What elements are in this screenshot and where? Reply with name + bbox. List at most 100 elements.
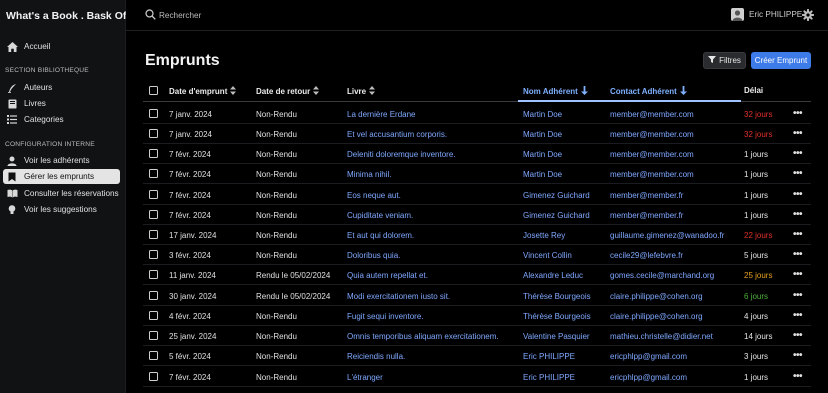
cell-contact-link[interactable]: claire.philippe@cohen.org <box>610 292 703 301</box>
cell-contact-link[interactable]: cecile29@lefebvre.fr <box>610 251 683 260</box>
cell-livre-link[interactable]: Et vel accusantium corporis. <box>347 130 447 139</box>
more-options-icon[interactable]: ••• <box>793 168 803 179</box>
more-options-icon[interactable]: ••• <box>793 249 803 260</box>
more-options-icon[interactable]: ••• <box>793 108 803 119</box>
more-options-icon[interactable]: ••• <box>793 128 803 139</box>
table-row[interactable]: 7 févr. 2024 Non-Rendu Minima nihil. Mar… <box>143 164 811 184</box>
cell-nom-adherent-link[interactable]: Martin Doe <box>523 110 562 119</box>
row-checkbox[interactable] <box>149 372 158 381</box>
search-input[interactable] <box>159 8 359 22</box>
filters-button[interactable]: Filtres <box>703 52 746 69</box>
cell-nom-adherent-link[interactable]: Gimenez Guichard <box>523 191 590 200</box>
more-options-icon[interactable]: ••• <box>793 269 803 280</box>
cell-livre-link[interactable]: Doloribus quia. <box>347 251 400 260</box>
cell-nom-adherent-link[interactable]: Martin Doe <box>523 150 562 159</box>
more-options-icon[interactable]: ••• <box>793 229 803 240</box>
cell-livre-link[interactable]: Omnis temporibus aliquam exercitationem. <box>347 332 499 341</box>
cell-contact-link[interactable]: member@member.com <box>610 130 694 139</box>
cell-nom-adherent-link[interactable]: Alexandre Leduc <box>523 271 583 280</box>
table-row[interactable]: 5 févr. 2024 Non-Rendu Reiciendis nulla.… <box>143 346 811 366</box>
cell-contact-link[interactable]: member@member.com <box>610 170 694 179</box>
select-all-checkbox[interactable] <box>149 86 158 95</box>
table-row[interactable]: 7 févr. 2024 Non-Rendu Cupiditate veniam… <box>143 205 811 225</box>
sidebar-item-home[interactable]: Accueil <box>3 39 120 54</box>
row-checkbox[interactable] <box>149 250 158 259</box>
more-options-icon[interactable]: ••• <box>793 148 803 159</box>
column-header-date-retour[interactable]: Date de retour <box>256 86 320 97</box>
create-loan-button[interactable]: Créer Emprunt <box>751 52 811 69</box>
table-row[interactable]: 7 févr. 2024 Non-Rendu Eos neque aut. Gi… <box>143 185 811 205</box>
cell-livre-link[interactable]: Modi exercitationem iusto sit. <box>347 292 450 301</box>
cell-contact-link[interactable]: guillaume.gimenez@wanadoo.fr <box>610 231 724 240</box>
gear-icon[interactable] <box>802 9 814 21</box>
cell-livre-link[interactable]: Minima nihil. <box>347 170 391 179</box>
row-checkbox[interactable] <box>149 169 158 178</box>
cell-livre-link[interactable]: La dernière Erdane <box>347 110 416 119</box>
more-options-icon[interactable]: ••• <box>793 371 803 382</box>
sidebar-item-members[interactable]: Voir les adhérents <box>3 153 120 168</box>
column-header-nom-adherent[interactable]: Nom Adhérent <box>523 86 588 97</box>
table-row[interactable]: 7 févr. 2024 Non-Rendu L'étranger Eric P… <box>143 367 811 387</box>
cell-livre-link[interactable]: Quia autem repellat et. <box>347 271 428 280</box>
cell-nom-adherent-link[interactable]: Thérèse Bourgeois <box>523 312 591 321</box>
row-checkbox[interactable] <box>149 210 158 219</box>
cell-nom-adherent-link[interactable]: Josette Rey <box>523 231 565 240</box>
cell-contact-link[interactable]: gomes.cecile@marchand.org <box>610 271 714 280</box>
column-header-contact-adherent[interactable]: Contact Adhérent <box>610 86 687 97</box>
table-row[interactable]: 7 févr. 2024 Non-Rendu Deleniti doloremq… <box>143 144 811 164</box>
cell-livre-link[interactable]: Fugit sequi inventore. <box>347 312 424 321</box>
cell-nom-adherent-link[interactable]: Eric PHILIPPE <box>523 373 575 382</box>
cell-livre-link[interactable]: Et aut qui dolorem. <box>347 231 414 240</box>
row-checkbox[interactable] <box>149 331 158 340</box>
more-options-icon[interactable]: ••• <box>793 310 803 321</box>
cell-nom-adherent-link[interactable]: Martin Doe <box>523 130 562 139</box>
table-row[interactable]: 7 janv. 2024 Non-Rendu Et vel accusantiu… <box>143 124 811 144</box>
cell-contact-link[interactable]: member@member.fr <box>610 211 683 220</box>
cell-livre-link[interactable]: Eos neque aut. <box>347 191 401 200</box>
cell-nom-adherent-link[interactable]: Eric PHILIPPE <box>523 352 575 361</box>
more-options-icon[interactable]: ••• <box>793 350 803 361</box>
cell-livre-link[interactable]: Deleniti doloremque inventore. <box>347 150 456 159</box>
more-options-icon[interactable]: ••• <box>793 290 803 301</box>
row-checkbox[interactable] <box>149 149 158 158</box>
row-checkbox[interactable] <box>149 270 158 279</box>
table-row[interactable]: 3 févr. 2024 Non-Rendu Doloribus quia. V… <box>143 245 811 265</box>
cell-nom-adherent-link[interactable]: Valentine Pasquier <box>523 332 590 341</box>
sidebar-item-suggestions[interactable]: Voir les suggestions <box>3 202 120 217</box>
row-checkbox[interactable] <box>149 190 158 199</box>
cell-contact-link[interactable]: member@member.fr <box>610 191 683 200</box>
table-row[interactable]: 30 janv. 2024 Rendu le 05/02/2024 Modi e… <box>143 286 811 306</box>
sidebar-item-reservations[interactable]: Consulter les réservations <box>3 186 120 201</box>
table-row[interactable]: 7 janv. 2024 Non-Rendu La dernière Erdan… <box>143 104 811 124</box>
column-header-date-emprunt[interactable]: Date d'emprunt <box>169 86 237 97</box>
cell-nom-adherent-link[interactable]: Gimenez Guichard <box>523 211 590 220</box>
table-row[interactable]: 17 janv. 2024 Non-Rendu Et aut qui dolor… <box>143 225 811 245</box>
more-options-icon[interactable]: ••• <box>793 330 803 341</box>
column-header-livre[interactable]: Livre <box>347 86 376 97</box>
cell-nom-adherent-link[interactable]: Thérèse Bourgeois <box>523 292 591 301</box>
row-checkbox[interactable] <box>149 351 158 360</box>
table-row[interactable]: 4 févr. 2024 Non-Rendu Fugit sequi inven… <box>143 306 811 326</box>
row-checkbox[interactable] <box>149 230 158 239</box>
cell-contact-link[interactable]: mathieu.christelle@didier.net <box>610 332 713 341</box>
cell-livre-link[interactable]: Reiciendis nulla. <box>347 352 405 361</box>
cell-nom-adherent-link[interactable]: Martin Doe <box>523 170 562 179</box>
cell-contact-link[interactable]: ericphlpp@gmail.com <box>610 373 687 382</box>
table-row[interactable]: 25 janv. 2024 Non-Rendu Omnis temporibus… <box>143 326 811 346</box>
row-checkbox[interactable] <box>149 129 158 138</box>
sidebar-item-books[interactable]: Livres <box>3 96 120 111</box>
cell-nom-adherent-link[interactable]: Vincent Collin <box>523 251 572 260</box>
more-options-icon[interactable]: ••• <box>793 189 803 200</box>
cell-livre-link[interactable]: L'étranger <box>347 373 383 382</box>
cell-contact-link[interactable]: member@member.com <box>610 150 694 159</box>
sidebar-item-loans[interactable]: Gérer les emprunts <box>3 169 120 184</box>
column-header-delai[interactable]: Délai <box>744 86 763 95</box>
row-checkbox[interactable] <box>149 311 158 320</box>
cell-livre-link[interactable]: Cupiditate veniam. <box>347 211 413 220</box>
table-row[interactable]: 11 janv. 2024 Rendu le 05/02/2024 Quia a… <box>143 265 811 285</box>
row-checkbox[interactable] <box>149 109 158 118</box>
row-checkbox[interactable] <box>149 291 158 300</box>
user-name[interactable]: Eric PHILIPPE <box>749 10 802 19</box>
cell-contact-link[interactable]: ericphlpp@gmail.com <box>610 352 687 361</box>
avatar[interactable] <box>731 8 744 21</box>
